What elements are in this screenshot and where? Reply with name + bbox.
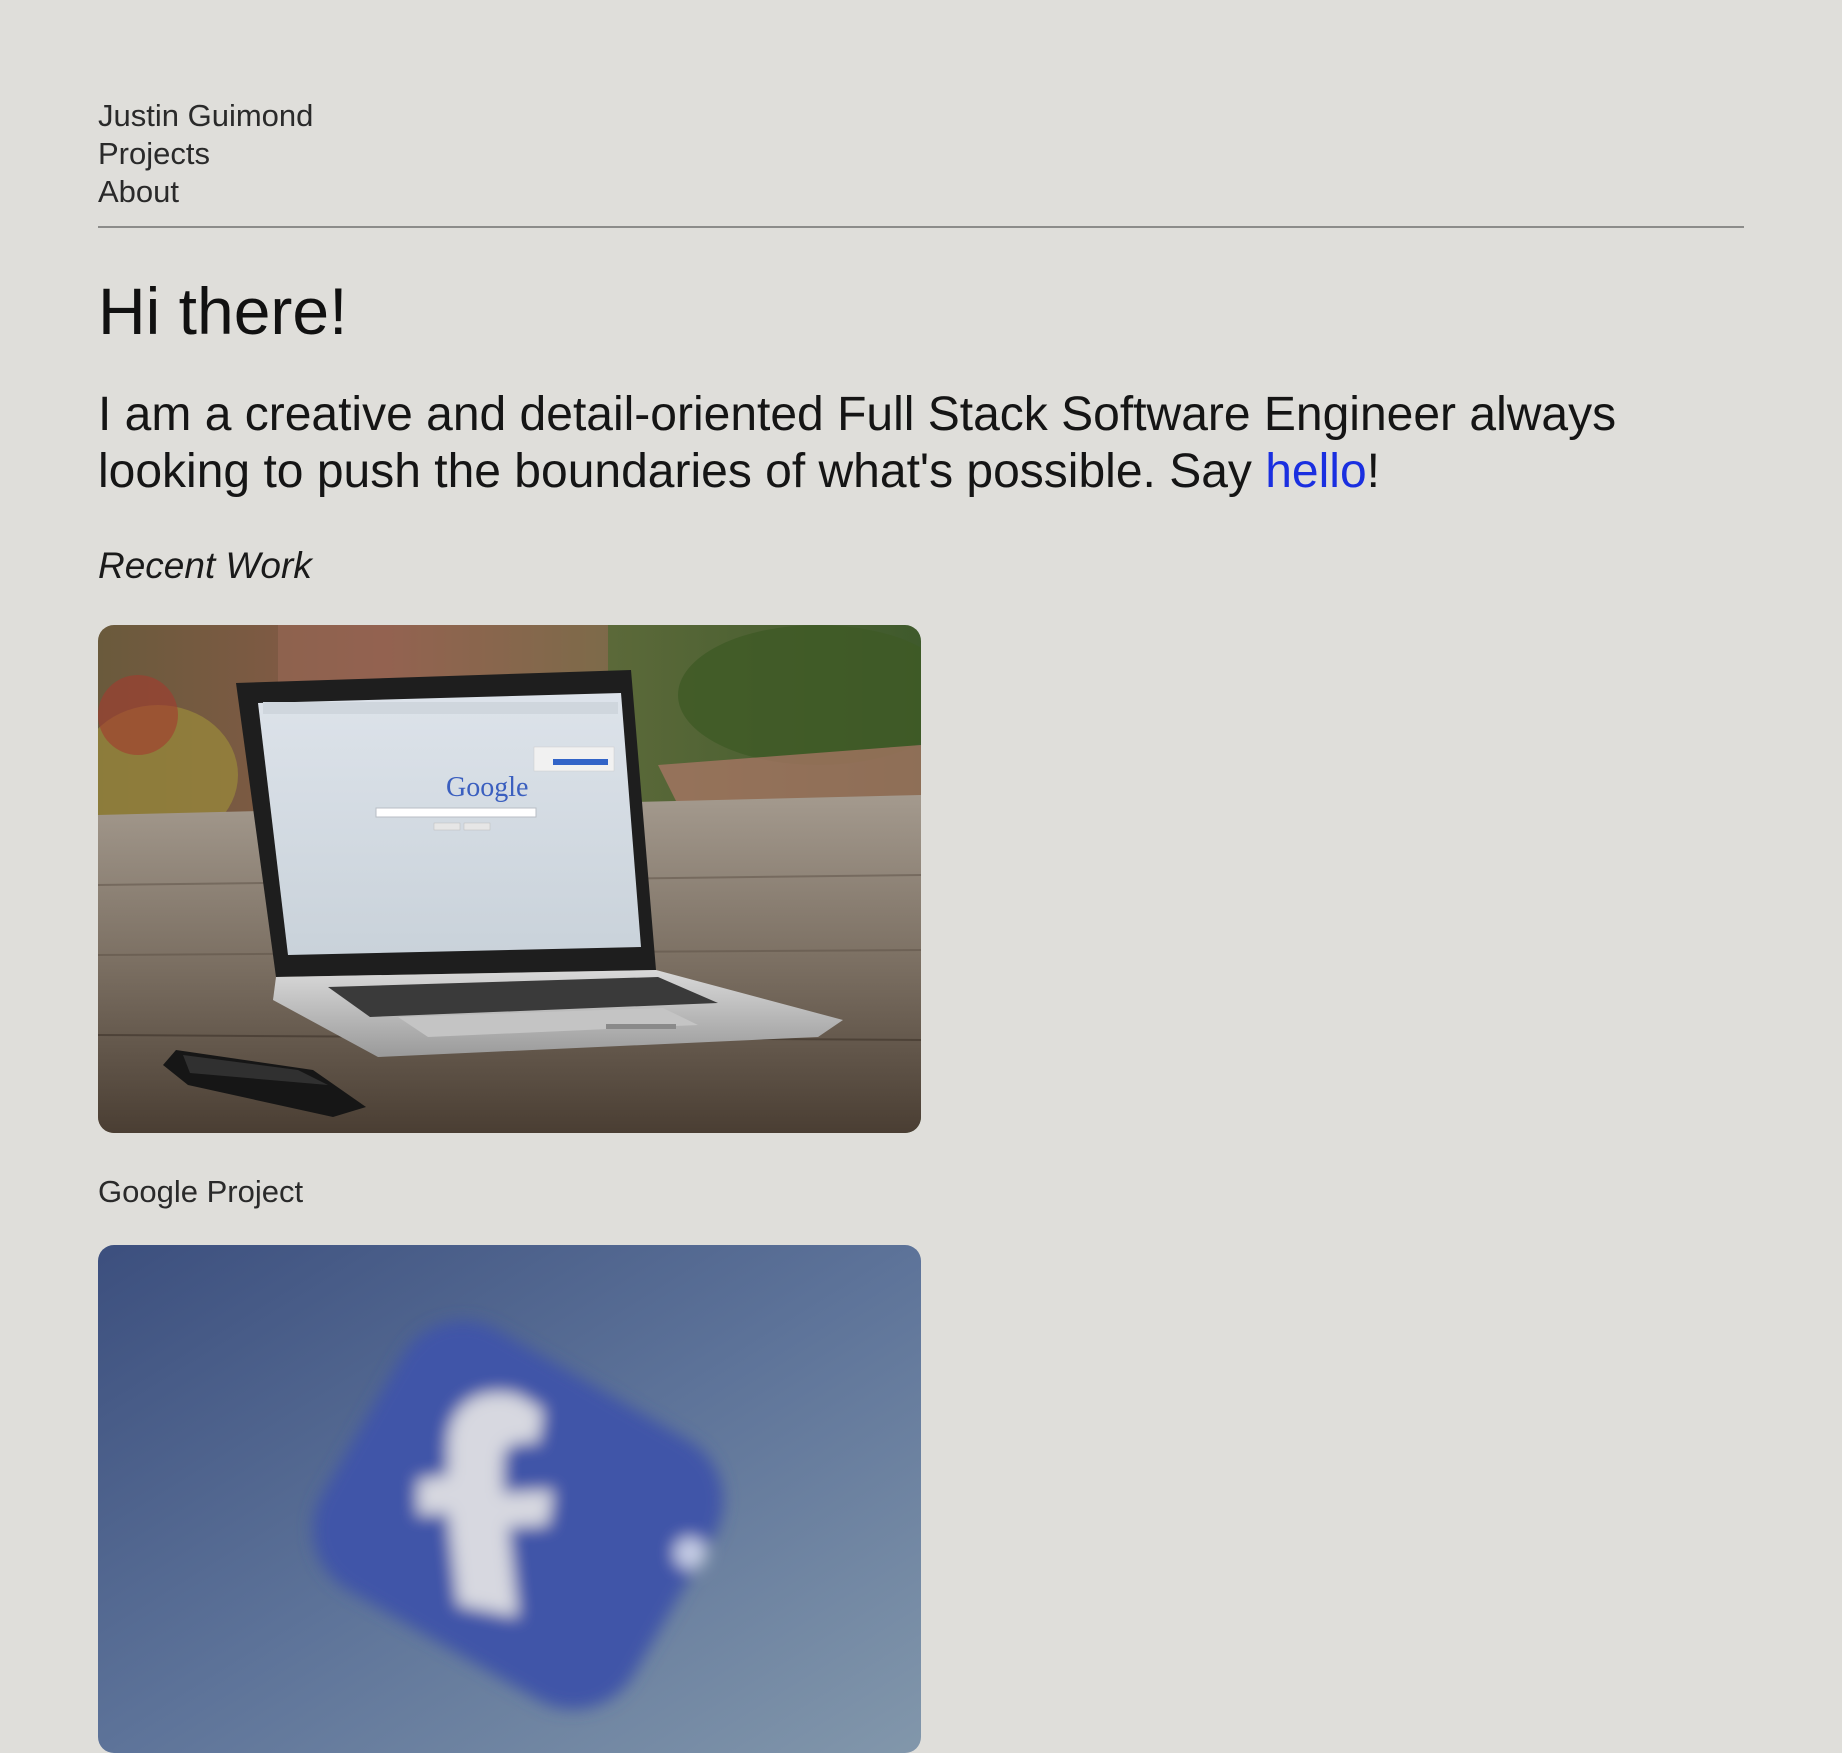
nav-about-link[interactable]: About: [98, 173, 1744, 211]
recent-work-heading: Recent Work: [98, 545, 312, 586]
laptop-google-photo: Google: [98, 625, 921, 1133]
project-title-google: Google Project: [98, 1174, 304, 1209]
hello-link[interactable]: hello: [1265, 445, 1366, 498]
project-card-facebook[interactable]: [98, 1245, 1744, 1753]
nav-projects-link[interactable]: Projects: [98, 135, 1744, 173]
project-card-google[interactable]: Google Google Project: [98, 625, 1744, 1211]
intro-end: !: [1366, 445, 1380, 498]
page: Justin Guimond Projects About Hi there! …: [98, 0, 1744, 1753]
intro-text: I am a creative and detail-oriented Full…: [98, 388, 1617, 498]
greeting-heading: Hi there!: [98, 274, 348, 348]
site-nav: Justin Guimond Projects About: [98, 0, 1744, 228]
nav-home-link[interactable]: Justin Guimond: [98, 97, 1744, 135]
intro-paragraph: I am a creative and detail-oriented Full…: [98, 386, 1744, 500]
svg-text:Google: Google: [446, 772, 528, 803]
facebook-logo-photo: [98, 1245, 921, 1753]
